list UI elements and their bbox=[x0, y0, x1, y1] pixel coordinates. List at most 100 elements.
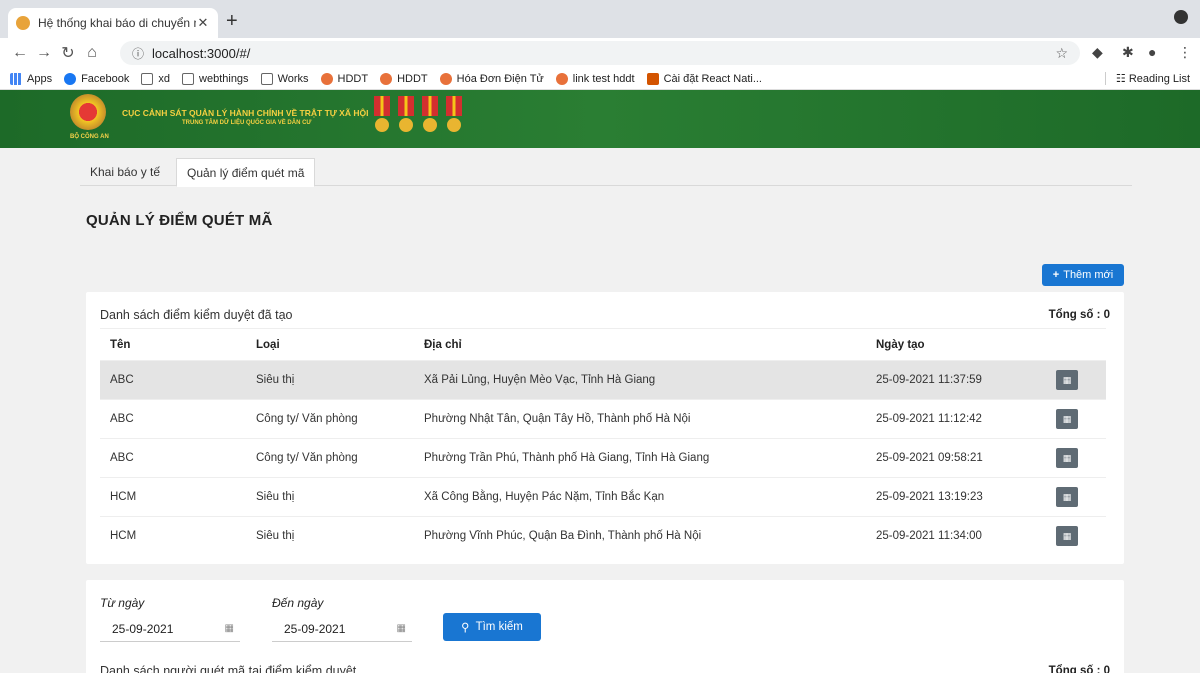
scan-list-title: Danh sách người quét mã tại điểm kiểm du… bbox=[100, 664, 357, 673]
page-tabs: Khai báo y tế Quản lý điểm quét mã bbox=[80, 158, 1132, 187]
cell-address: Xã Công Bằng, Huyện Pác Nặm, Tỉnh Bắc Kạ… bbox=[414, 477, 866, 517]
search-icon: ⚲ bbox=[461, 622, 470, 634]
medal-icon bbox=[374, 96, 390, 136]
url-field[interactable]: ⓘ localhost:3000/#/ ☆ bbox=[120, 41, 1080, 65]
cell-type: Siêu thị bbox=[246, 477, 414, 517]
url-text: localhost:3000/#/ bbox=[152, 45, 251, 61]
table-row[interactable]: ABC Công ty/ Văn phòng Phường Nhật Tân, … bbox=[100, 399, 1106, 439]
checkpoint-table: Tên Loại Địa chỉ Ngày tạo ABC Siêu thị X… bbox=[100, 328, 1106, 556]
bookmark-hddt-1[interactable]: HDDT bbox=[320, 72, 368, 85]
cell-created: 25-09-2021 11:37:59 bbox=[866, 360, 1046, 400]
extension-icon[interactable]: ◆ bbox=[1092, 44, 1103, 61]
back-icon[interactable]: ← bbox=[8, 44, 32, 62]
tab-quan-ly-diem-quet-ma[interactable]: Quản lý điểm quét mã bbox=[176, 158, 316, 187]
folder-icon bbox=[182, 72, 195, 85]
site-header: BỘ CÔNG AN CỤC CẢNH SÁT QUẢN LÝ HÀNH CHÍ… bbox=[0, 90, 1200, 148]
column-header-type: Loại bbox=[246, 328, 414, 361]
police-emblem-icon bbox=[70, 94, 106, 130]
bookmark-link-test-hddt[interactable]: link test hddt bbox=[555, 72, 635, 85]
add-new-button[interactable]: + Thêm mới bbox=[1042, 264, 1124, 286]
cell-created: 25-09-2021 09:58:21 bbox=[866, 438, 1046, 478]
profile-avatar-icon[interactable]: ● bbox=[1148, 44, 1156, 60]
emblem-caption: BỘ CÔNG AN bbox=[70, 134, 109, 140]
bookmark-react-native[interactable]: Cài đặt React Nati... bbox=[646, 72, 762, 85]
folder-icon bbox=[141, 72, 154, 85]
cell-name: HCM bbox=[100, 477, 246, 517]
puzzle-extensions-icon[interactable]: ✱ bbox=[1122, 44, 1134, 61]
qr-code-icon[interactable]: ▦ bbox=[1056, 370, 1078, 390]
from-date-field[interactable]: 25-09-2021 ▦ bbox=[100, 616, 240, 642]
cell-type: Công ty/ Văn phòng bbox=[246, 438, 414, 478]
qr-code-icon[interactable]: ▦ bbox=[1056, 448, 1078, 468]
column-header-created: Ngày tạo bbox=[866, 328, 1046, 361]
bookmarks-bar: Apps Facebook xd webthings Works HDDT HD… bbox=[0, 68, 1200, 90]
tab-khai-bao-y-te[interactable]: Khai báo y tế bbox=[80, 158, 170, 186]
medal-icon bbox=[446, 96, 462, 136]
checkpoint-total: Tổng số : 0 bbox=[1048, 309, 1110, 321]
calendar-icon[interactable]: ▦ bbox=[397, 623, 406, 634]
bookmark-xd[interactable]: xd bbox=[141, 72, 170, 85]
browser-menu-icon[interactable]: ⋮ bbox=[1178, 44, 1192, 61]
browser-tab-bar: Hệ thống khai báo di chuyển nội ✕ + bbox=[0, 0, 1200, 38]
hddt-icon bbox=[439, 72, 452, 85]
calendar-icon[interactable]: ▦ bbox=[225, 623, 234, 634]
bookmark-facebook[interactable]: Facebook bbox=[64, 72, 129, 85]
plus-icon: + bbox=[1052, 269, 1060, 281]
reading-list-button[interactable]: ☷ Reading List bbox=[1104, 72, 1190, 85]
table-header-row: Tên Loại Địa chỉ Ngày tạo bbox=[100, 328, 1106, 361]
checkpoint-list-card: Danh sách điểm kiểm duyệt đã tạo Tổng số… bbox=[86, 292, 1124, 564]
cell-created: 25-09-2021 13:19:23 bbox=[866, 477, 1046, 517]
window-menu-icon[interactable] bbox=[1174, 10, 1188, 24]
hddt-icon bbox=[380, 72, 393, 85]
home-icon[interactable]: ⌂ bbox=[80, 44, 104, 62]
cell-address: Phường Trần Phú, Thành phố Hà Giang, Tỉn… bbox=[414, 438, 866, 478]
page-title: QUẢN LÝ ĐIỂM QUÉT MÃ bbox=[86, 212, 273, 229]
table-row[interactable]: ABC Công ty/ Văn phòng Phường Trần Phú, … bbox=[100, 438, 1106, 478]
cell-type: Siêu thị bbox=[246, 360, 414, 400]
cell-type: Siêu thị bbox=[246, 516, 414, 556]
qr-code-icon[interactable]: ▦ bbox=[1056, 409, 1078, 429]
forward-icon[interactable]: → bbox=[32, 44, 56, 62]
qr-code-icon[interactable]: ▦ bbox=[1056, 487, 1078, 507]
column-header-address: Địa chỉ bbox=[414, 328, 866, 361]
cell-name: HCM bbox=[100, 516, 246, 556]
header-title: CỤC CẢNH SÁT QUẢN LÝ HÀNH CHÍNH VỀ TRẬT … bbox=[122, 108, 369, 118]
hddt-icon bbox=[555, 72, 568, 85]
bookmark-webthings[interactable]: webthings bbox=[182, 72, 249, 85]
table-row[interactable]: ABC Siêu thị Xã Pải Lủng, Huyện Mèo Vạc,… bbox=[100, 360, 1106, 400]
browser-tab-title: Hệ thống khai báo di chuyển nội bbox=[38, 16, 196, 30]
bookmark-works[interactable]: Works bbox=[260, 72, 309, 85]
site-favicon-icon bbox=[16, 16, 30, 30]
reload-icon[interactable]: ↻ bbox=[56, 43, 80, 63]
from-date-label: Từ ngày bbox=[100, 596, 145, 610]
to-date-field[interactable]: 25-09-2021 ▦ bbox=[272, 616, 412, 642]
checkpoint-list-title: Danh sách điểm kiểm duyệt đã tạo bbox=[100, 308, 293, 322]
cell-address: Phường Vĩnh Phúc, Quận Ba Đình, Thành ph… bbox=[414, 516, 866, 556]
info-icon[interactable]: ⓘ bbox=[132, 45, 144, 62]
cell-name: ABC bbox=[100, 438, 246, 478]
cell-name: ABC bbox=[100, 360, 246, 400]
new-tab-button[interactable]: + bbox=[226, 10, 238, 33]
cell-created: 25-09-2021 11:34:00 bbox=[866, 516, 1046, 556]
close-tab-icon[interactable]: ✕ bbox=[196, 15, 210, 31]
apps-icon bbox=[10, 72, 22, 85]
table-row[interactable]: HCM Siêu thị Xã Công Bằng, Huyện Pác Nặm… bbox=[100, 477, 1106, 517]
cell-name: ABC bbox=[100, 399, 246, 439]
header-subtitle: TRUNG TÂM DỮ LIỆU QUỐC GIA VỀ DÂN CƯ bbox=[182, 120, 312, 126]
cell-address: Phường Nhật Tân, Quận Tây Hồ, Thành phố … bbox=[414, 399, 866, 439]
column-header-name: Tên bbox=[100, 328, 246, 361]
address-bar: ← → ↻ ⌂ ⓘ localhost:3000/#/ ☆ bbox=[0, 38, 1200, 68]
cell-address: Xã Pải Lủng, Huyện Mèo Vạc, Tỉnh Hà Gian… bbox=[414, 360, 866, 400]
scan-history-card: Từ ngày 25-09-2021 ▦ Đến ngày 25-09-2021… bbox=[86, 580, 1124, 673]
search-button[interactable]: ⚲ Tìm kiếm bbox=[443, 613, 541, 641]
bookmark-hoa-don-dien-tu[interactable]: Hóa Đơn Điện Tử bbox=[439, 72, 544, 85]
bookmark-hddt-2[interactable]: HDDT bbox=[380, 72, 428, 85]
folder-icon bbox=[260, 72, 273, 85]
qr-code-icon[interactable]: ▦ bbox=[1056, 526, 1078, 547]
browser-tab[interactable]: Hệ thống khai báo di chuyển nội ✕ bbox=[8, 8, 218, 38]
table-row[interactable]: HCM Siêu thị Phường Vĩnh Phúc, Quận Ba Đ… bbox=[100, 516, 1106, 556]
bookmark-apps[interactable]: Apps bbox=[10, 72, 52, 85]
facebook-icon bbox=[64, 72, 77, 85]
bookmark-star-icon[interactable]: ☆ bbox=[1055, 45, 1068, 62]
medal-icon bbox=[422, 96, 438, 136]
